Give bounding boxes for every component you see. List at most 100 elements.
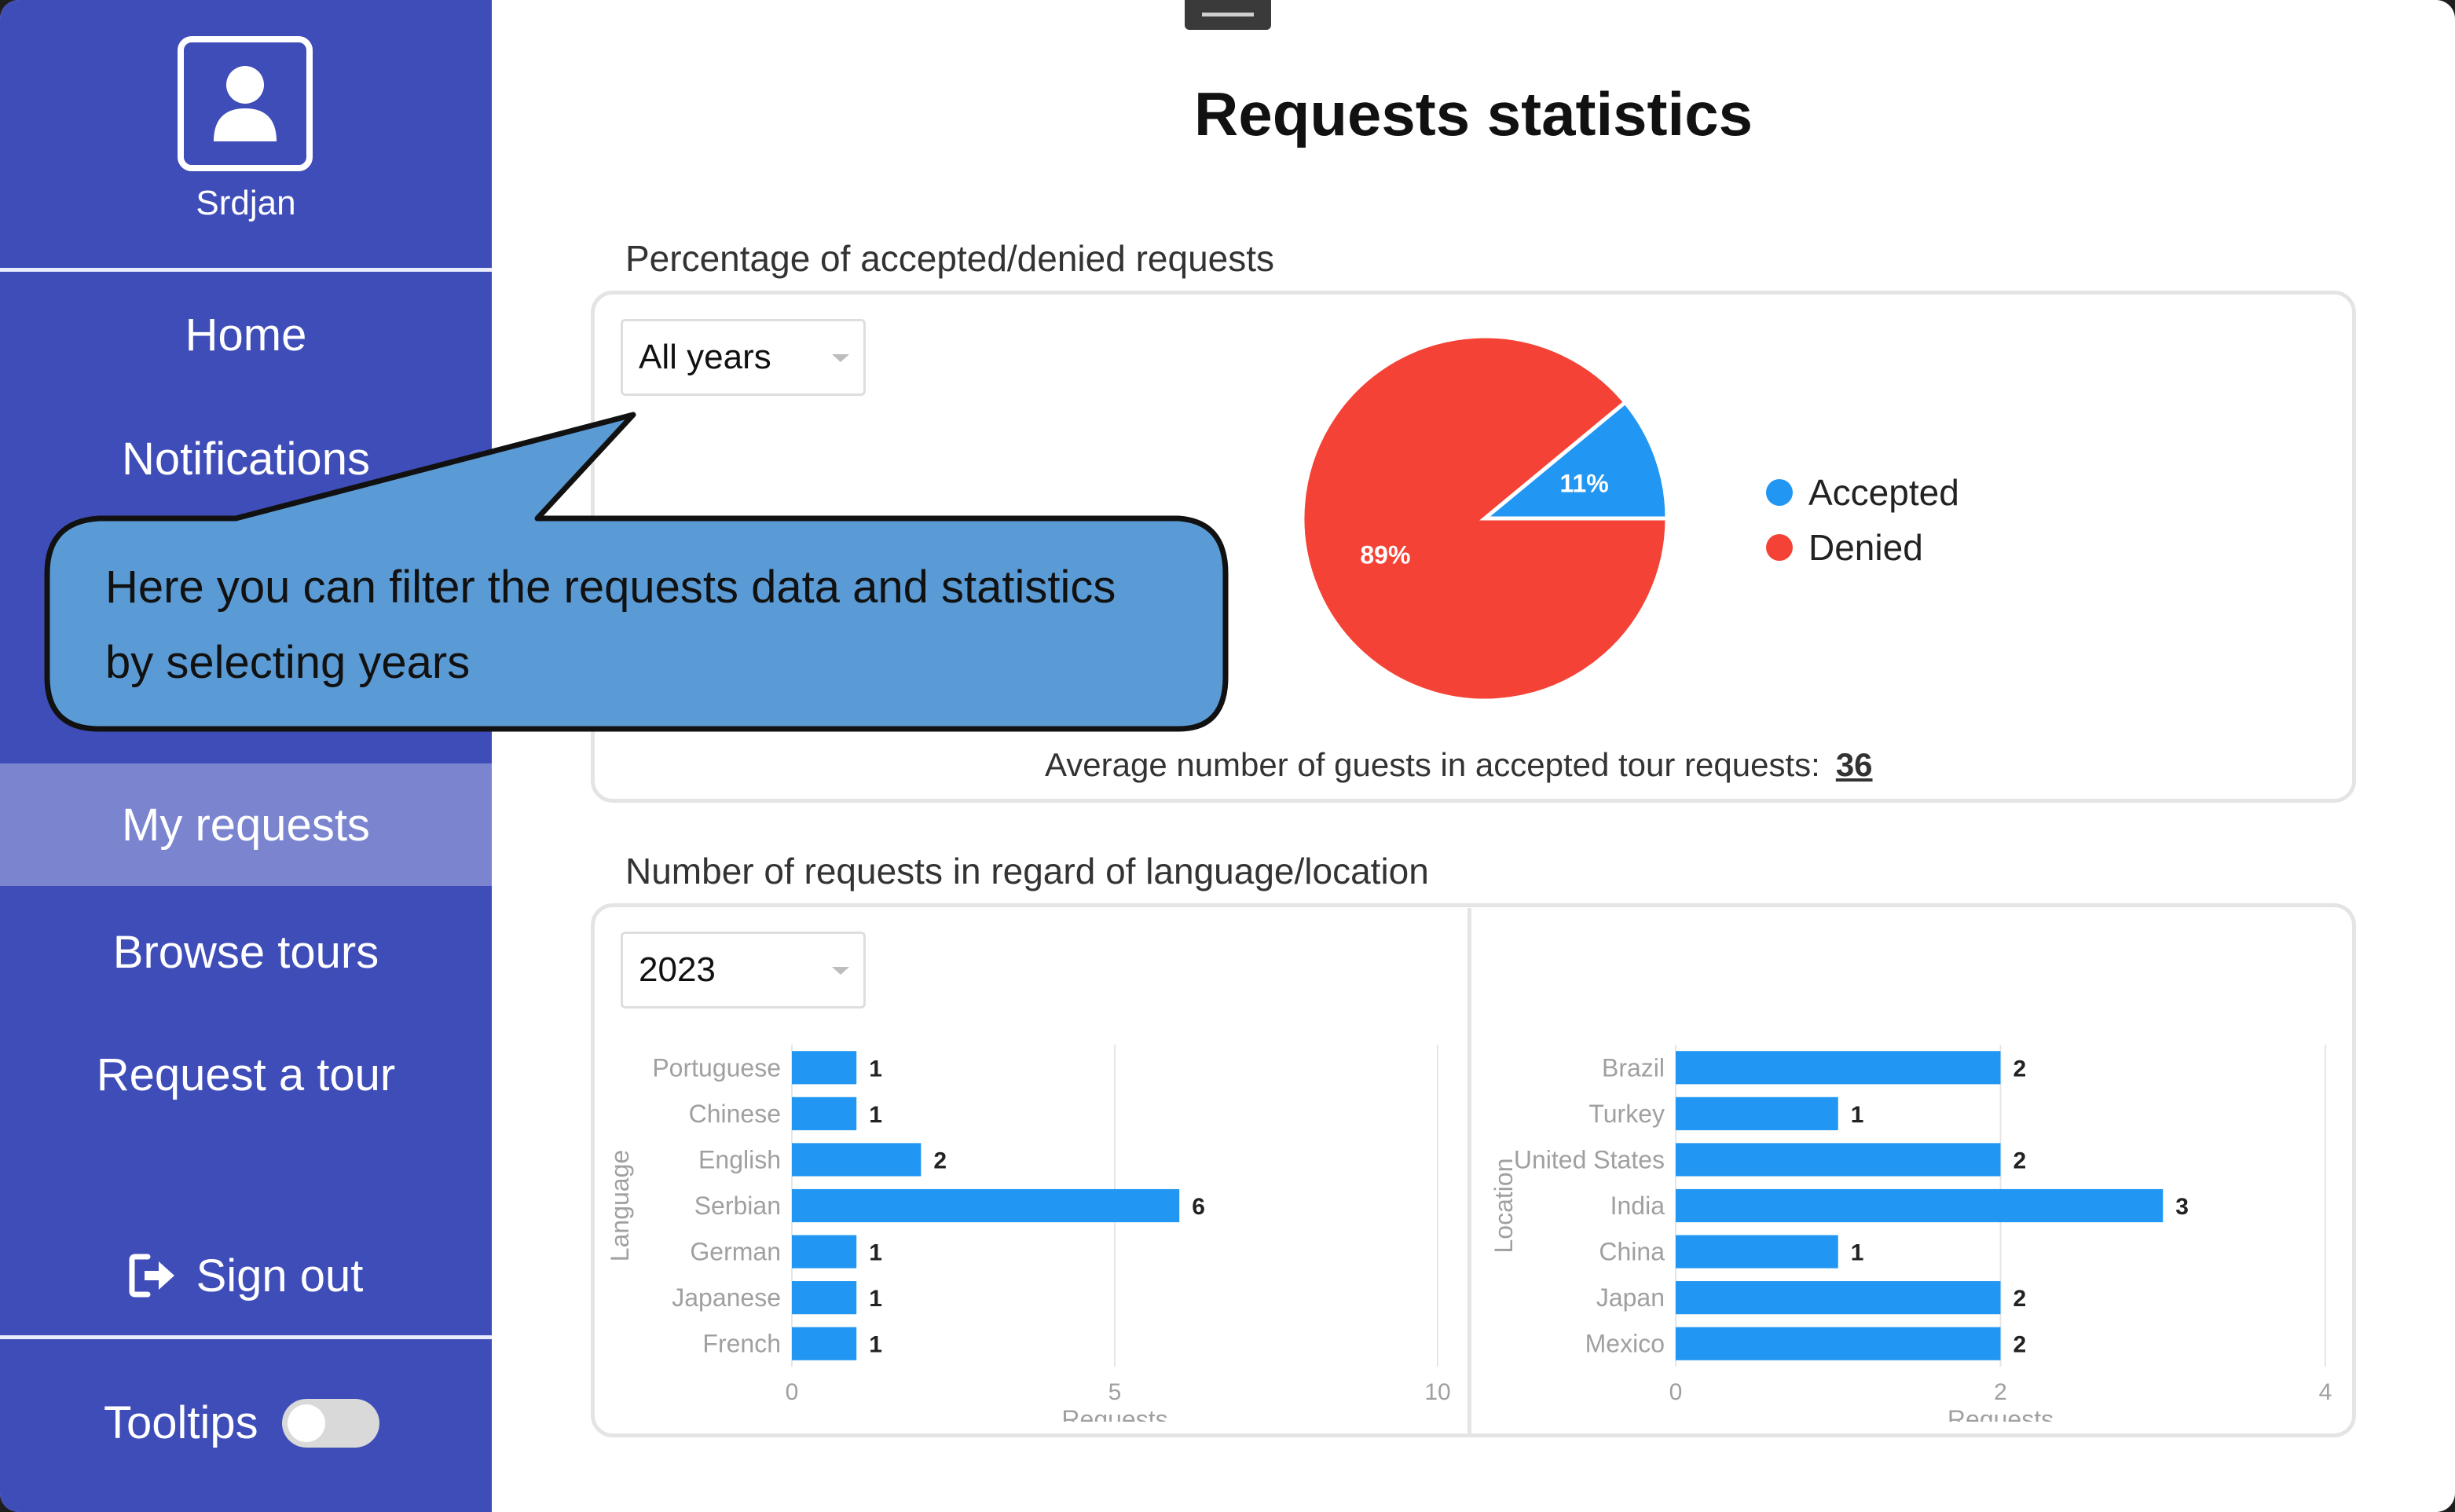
sidebar-item-browse-tours[interactable]: Browse tours [0,891,492,1013]
language-category-label: Portuguese [652,1053,781,1082]
legend-item-accepted[interactable]: Accepted [1766,465,1959,520]
language-value-label: 1 [869,1286,882,1312]
pie-label-denied: 89% [1360,541,1410,569]
location-x-tick: 0 [1669,1379,1683,1405]
language-bar[interactable] [792,1096,857,1130]
legend-label-accepted: Accepted [1808,472,1959,513]
language-category-label: English [698,1145,781,1173]
language-value-label: 1 [869,1102,882,1128]
page-title: Requests statistics [1194,79,1753,148]
user-icon [214,66,277,141]
panel-separator [1468,908,1471,1433]
location-value-label: 1 [1851,1102,1864,1128]
year-filter-select[interactable]: All years [621,319,866,396]
sign-out-button[interactable]: Sign out [0,1214,492,1337]
tooltip-line-1: Here you can filter the requests data an… [105,562,1116,613]
pie-label-accepted: 11% [1559,469,1608,497]
tooltip-line-2: by selecting years [105,637,471,688]
language-x-axis-label: Requests [1061,1405,1167,1422]
language-category-label: Japanese [672,1283,781,1312]
location-value-label: 2 [2013,1148,2027,1173]
language-bar[interactable] [792,1327,857,1360]
pie-legend: Accepted Denied [1766,465,1959,575]
location-bar[interactable] [1676,1235,1838,1269]
tooltips-label: Tooltips [104,1397,258,1448]
language-value-label: 2 [933,1148,947,1173]
location-category-label: India [1610,1192,1665,1220]
language-x-tick: 5 [1108,1379,1122,1405]
average-guests-label: Average number of guests in accepted tou… [1045,746,1820,783]
language-bar[interactable] [792,1051,857,1085]
chevron-down-icon [832,354,849,362]
sidebar: Srdjan Home Notifications My requests Br… [0,0,492,1512]
tooltip-text: Here you can filter the requests data an… [105,550,1205,701]
location-x-tick: 2 [1994,1379,2007,1405]
language-category-label: Serbian [694,1192,781,1220]
legend-marker-denied [1766,534,1793,561]
location-bar[interactable] [1676,1281,2001,1315]
location-category-label: Brazil [1602,1053,1665,1082]
language-y-axis-label: Language [606,1150,634,1261]
location-category-label: United States [1514,1145,1665,1173]
location-bar[interactable] [1676,1096,1838,1130]
location-value-label: 3 [2175,1194,2189,1220]
bar-year-filter-select[interactable]: 2023 [621,932,866,1009]
sidebar-item-my-requests[interactable]: My requests [0,763,492,886]
location-bar[interactable] [1676,1143,2001,1177]
app-window: Srdjan Home Notifications My requests Br… [0,0,2455,1512]
location-value-label: 2 [2013,1332,2027,1358]
legend-label-denied: Denied [1808,527,1923,568]
language-value-label: 1 [869,1332,882,1358]
language-bar[interactable] [792,1143,922,1177]
location-bar[interactable] [1676,1051,2001,1085]
location-bar[interactable] [1676,1188,2164,1223]
language-bar-chart: 0 5 10 Requests Language Portuguese 1 Chinese 1 E… [606,1045,1451,1422]
language-category-label: French [702,1330,781,1358]
sign-out-icon [129,1254,174,1298]
language-bar[interactable] [792,1188,1180,1223]
sidebar-divider [0,268,492,272]
pie-slice-denied[interactable] [1300,334,1669,703]
location-category-label: Turkey [1588,1100,1665,1128]
location-bar-chart: 0 2 4RequestsLocationBrazil 2Turkey 1United … [1489,1045,2332,1422]
sidebar-divider-bottom [0,1335,492,1339]
user-name: Srdjan [196,184,296,222]
sidebar-item-request-a-tour[interactable]: Request a tour [0,1013,492,1136]
location-category-label: China [1599,1238,1665,1266]
average-guests-value: 36 [1835,746,1873,783]
language-category-label: German [690,1238,781,1266]
sidebar-item-notifications[interactable]: Notifications [0,397,492,520]
location-x-axis-label: Requests [1948,1405,2054,1422]
bar-year-filter-value: 2023 [639,950,716,989]
pie-section-title: Percentage of accepted/denied requests [625,238,1275,279]
language-category-label: Chinese [689,1100,781,1128]
location-category-label: Mexico [1585,1330,1665,1358]
language-bar[interactable] [792,1281,857,1315]
legend-marker-accepted [1766,479,1793,506]
location-value-label: 1 [1851,1240,1864,1266]
window-drag-handle[interactable] [1185,0,1271,30]
pie-chart: 11% 89% [1300,334,1669,703]
sidebar-item-home[interactable]: Home [0,273,492,396]
tooltips-setting: Tooltips [104,1397,379,1449]
legend-item-denied[interactable]: Denied [1766,520,1959,575]
location-value-label: 2 [2013,1056,2027,1082]
location-value-label: 2 [2013,1286,2027,1312]
location-category-label: Japan [1596,1283,1665,1312]
sign-out-label: Sign out [196,1250,364,1301]
language-value-label: 1 [869,1056,882,1082]
language-x-tick: 0 [786,1379,799,1405]
language-value-label: 1 [869,1240,882,1266]
language-bar[interactable] [792,1235,857,1269]
location-x-tick: 4 [2319,1379,2332,1405]
language-x-tick: 10 [1424,1379,1450,1405]
chevron-down-icon [832,967,849,975]
avatar[interactable] [178,36,313,171]
year-filter-value: All years [639,338,771,376]
average-guests-line: Average number of guests in accepted tou… [1045,746,1873,784]
language-value-label: 6 [1192,1194,1205,1220]
toggle-knob [287,1404,325,1442]
location-bar[interactable] [1676,1327,2001,1360]
bar-section-title: Number of requests in regard of language… [625,851,1429,891]
tooltips-toggle[interactable] [281,1398,379,1448]
